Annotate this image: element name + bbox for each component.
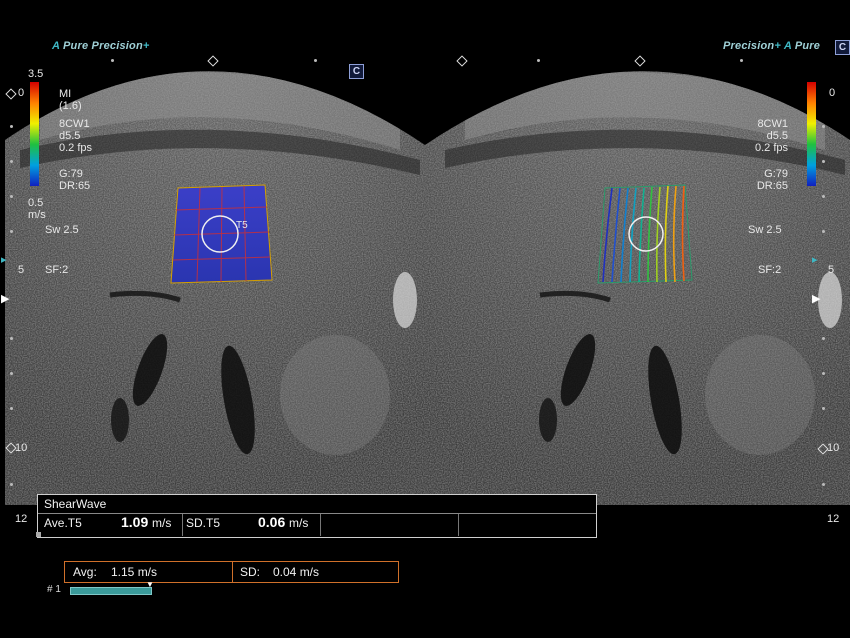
right-scale-max: 0 [829, 87, 836, 99]
left-shear-roi[interactable] [170, 184, 273, 284]
left-focal-pointer: ▶ [1, 293, 10, 305]
left-param-dr: DR:65 [59, 180, 91, 192]
left-param-mi-value: (1.6) [59, 100, 82, 112]
shearwave-measurement-panel: ShearWave Ave.T5 1.09 m/s SD.T5 0.06 m/s [37, 494, 597, 538]
left-roi-label: T5 [236, 220, 248, 231]
right-brand-logo: Precision+ A Pure [723, 40, 821, 52]
right-param-block: 8CW1 d5.5 0.2 fps G:79 DR:65 [748, 118, 788, 192]
cine-marker[interactable]: ▼ [146, 580, 154, 589]
right-depth-12: 12 [827, 513, 840, 525]
panel-title: ShearWave [44, 497, 107, 511]
left-param-gain: G:79 [59, 168, 83, 180]
right-sf: SF:2 [758, 264, 782, 276]
left-brand-logo: A Pure Precision+ [52, 40, 150, 52]
ultrasound-images [5, 71, 850, 506]
panel-corner-handle[interactable] [36, 532, 41, 537]
left-sweep: Sw 2.5 [45, 224, 79, 236]
left-param-fps: 0.2 fps [59, 142, 93, 154]
right-c-badge[interactable]: C [835, 40, 850, 55]
left-c-badge[interactable]: C [349, 64, 364, 79]
sd-label: SD.T5 [186, 516, 221, 530]
right-param-probe: 8CW1 [757, 118, 788, 130]
left-depth-12: 12 [15, 513, 28, 525]
left-scale-max: 3.5 [28, 68, 44, 80]
index-label: # 1 [47, 584, 61, 595]
right-param-gain: G:79 [764, 168, 788, 180]
left-param-block: MI (1.6) 8CW1 d5.5 0.2 fps G:79 DR:65 [59, 88, 92, 192]
left-depth-5: 5 [18, 264, 25, 276]
left-focus-marker: ▸ [1, 254, 7, 266]
left-velocity-colorbar [30, 82, 39, 186]
right-focus-marker: ▸ [812, 254, 818, 266]
summary-avg-value: 1.15 m/s [111, 565, 158, 579]
sd-value: 0.06 [258, 514, 286, 530]
left-param-mi: MI [59, 88, 72, 100]
ave-unit: m/s [152, 516, 172, 530]
left-scale-unit: m/s [28, 209, 46, 221]
right-param-depth: d5.5 [766, 130, 788, 142]
left-depth-0: 0 [18, 87, 25, 99]
left-depth-10: 10 [15, 442, 28, 454]
right-sweep: Sw 2.5 [748, 224, 782, 236]
ave-label: Ave.T5 [44, 516, 82, 530]
right-ultrasound-fan [425, 71, 850, 506]
cine-progress-bar[interactable] [70, 587, 152, 595]
left-param-depth: d5.5 [59, 130, 81, 142]
right-param-fps: 0.2 fps [754, 142, 788, 154]
left-scale-min: 0.5 [28, 197, 44, 209]
left-param-probe: 8CW1 [59, 118, 90, 130]
summary-box: Avg: 1.15 m/s SD: 0.04 m/s [64, 561, 399, 583]
right-focal-pointer: ▶ [812, 293, 821, 305]
sd-unit: m/s [289, 516, 309, 530]
left-sf: SF:2 [45, 264, 69, 276]
summary-sd-label: SD: [240, 565, 261, 579]
summary-sd-value: 0.04 m/s [273, 565, 320, 579]
right-depth-5: 5 [828, 264, 835, 276]
summary-avg-label: Avg: [73, 565, 97, 579]
right-velocity-colorbar [807, 82, 816, 186]
right-param-dr: DR:65 [756, 180, 788, 192]
ave-value: 1.09 [121, 514, 149, 530]
right-depth-10: 10 [827, 442, 840, 454]
